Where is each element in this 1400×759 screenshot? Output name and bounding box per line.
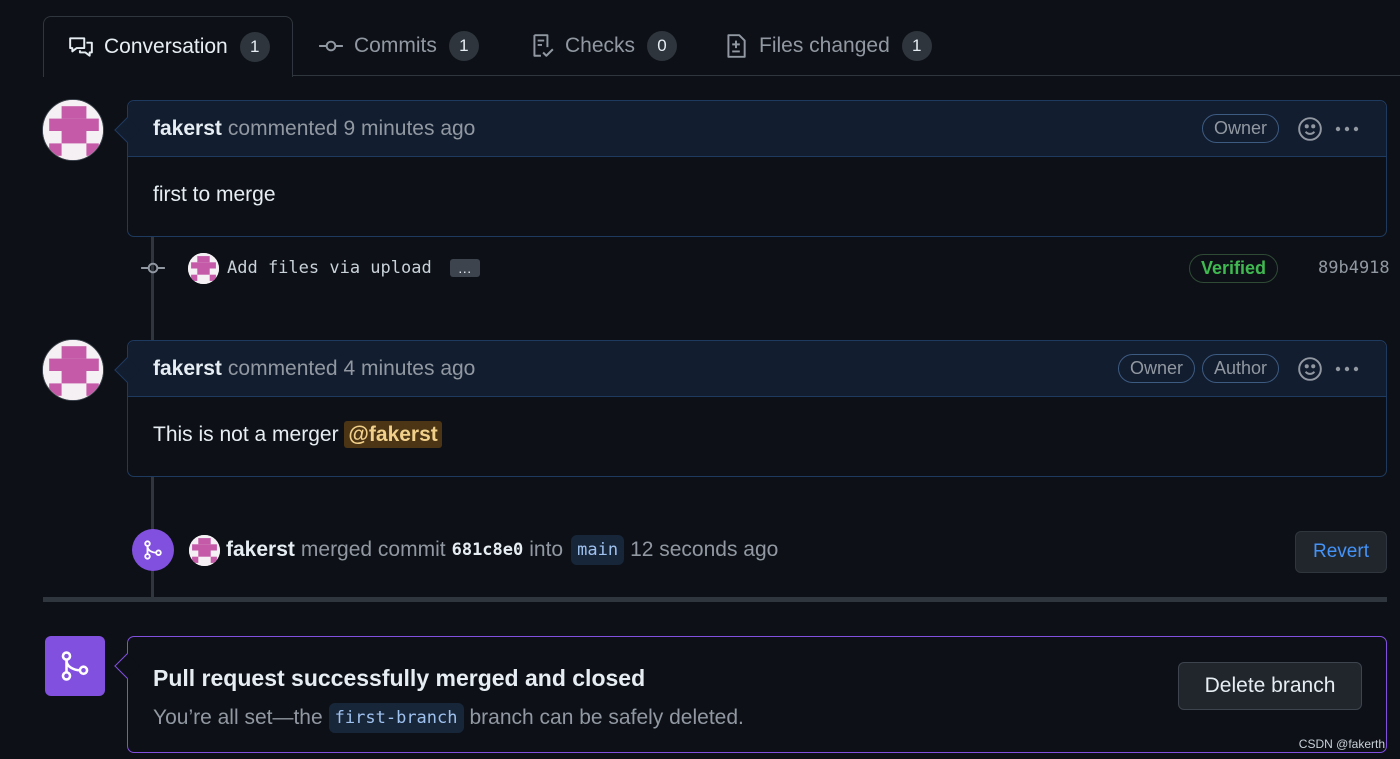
comment-meta[interactable]: commented 9 minutes ago (228, 117, 475, 141)
owner-label: Owner (1201, 114, 1279, 143)
comment-text: This is not a merger (153, 423, 339, 446)
tab-checks[interactable]: Checks 0 (529, 16, 678, 76)
comment-box: fakerst commented 9 minutes ago Owner fi… (114, 100, 1387, 237)
author-label: Author (1201, 354, 1279, 383)
delete-branch-button[interactable]: Delete branch (1178, 662, 1362, 710)
tab-counter: 0 (647, 31, 678, 61)
merged-subtitle: You’re all set—the first-branch branch c… (153, 703, 744, 733)
merged-title: Pull request successfully merged and clo… (153, 665, 646, 691)
comment-body: This is not a merger @fakerst (128, 397, 1386, 477)
comment-author[interactable]: fakerst (153, 357, 222, 381)
tab-commits[interactable]: Commits 1 (318, 16, 479, 76)
commit-message[interactable]: Add files via upload (227, 258, 432, 278)
pr-tabs: Conversation 1 Commits 1 Checks 0 Files … (43, 16, 1400, 77)
comment-header: fakerst commented 4 minutes ago Owner Au… (128, 341, 1386, 397)
target-branch[interactable]: main (571, 535, 625, 565)
source-branch[interactable]: first-branch (328, 703, 464, 733)
merged-status-box: Pull request successfully merged and clo… (114, 636, 1387, 753)
merge-action: merged commit (300, 538, 446, 561)
merge-event: fakerst merged commit 681c8e0 into main … (132, 527, 1387, 573)
comment-body: first to merge (153, 183, 276, 206)
tab-counter: 1 (448, 31, 479, 61)
commit-row: Add files via upload … Verified 89b4918 (140, 248, 1390, 288)
comment-author[interactable]: fakerst (153, 117, 222, 141)
git-commit-icon (140, 255, 166, 281)
avatar[interactable] (189, 534, 220, 566)
git-merge-icon (132, 529, 174, 571)
watermark: CSDN @fakerth (1298, 737, 1385, 751)
tab-conversation[interactable]: Conversation 1 (43, 16, 293, 77)
comment-discussion-icon (68, 34, 94, 60)
comment-box: fakerst commented 4 minutes ago Owner Au… (114, 340, 1387, 477)
merged-sub-prefix: You’re all set—the (153, 706, 323, 729)
checklist-icon (529, 33, 555, 59)
tab-label: Conversation (104, 35, 228, 58)
user-mention[interactable]: @fakerst (344, 421, 442, 448)
comment-header: fakerst commented 9 minutes ago Owner (128, 101, 1386, 157)
merge-author[interactable]: fakerst (226, 538, 295, 562)
smiley-icon[interactable] (1297, 356, 1323, 382)
merge-into: into (529, 538, 564, 561)
tab-label: Files changed (759, 34, 890, 57)
merge-commit-sha[interactable]: 681c8e0 (452, 540, 524, 560)
tab-files-changed[interactable]: Files changed 1 (723, 16, 932, 76)
tab-counter: 1 (239, 32, 270, 62)
timeline-divider (43, 597, 1387, 602)
git-merge-icon (45, 636, 105, 696)
revert-button[interactable]: Revert (1295, 531, 1387, 573)
avatar[interactable] (42, 99, 104, 161)
avatar[interactable] (188, 252, 219, 284)
tab-label: Commits (354, 34, 437, 57)
comment-meta[interactable]: commented 4 minutes ago (228, 357, 475, 381)
merge-time[interactable]: 12 seconds ago (630, 538, 778, 562)
verified-badge[interactable]: Verified (1189, 253, 1279, 283)
kebab-horizontal-icon[interactable] (1333, 356, 1361, 382)
git-commit-icon (318, 33, 344, 59)
avatar[interactable] (42, 339, 104, 401)
smiley-icon[interactable] (1297, 116, 1323, 142)
merged-box-arrow (114, 653, 140, 679)
owner-label: Owner (1117, 354, 1195, 383)
tab-counter: 1 (901, 31, 932, 61)
commit-sha[interactable]: 89b4918 (1318, 258, 1390, 278)
kebab-horizontal-icon[interactable] (1333, 116, 1361, 142)
tab-label: Checks (565, 34, 636, 57)
merged-sub-suffix: branch can be safely deleted. (469, 706, 744, 729)
commit-expand-button[interactable]: … (449, 259, 480, 277)
file-diff-icon (723, 33, 749, 59)
